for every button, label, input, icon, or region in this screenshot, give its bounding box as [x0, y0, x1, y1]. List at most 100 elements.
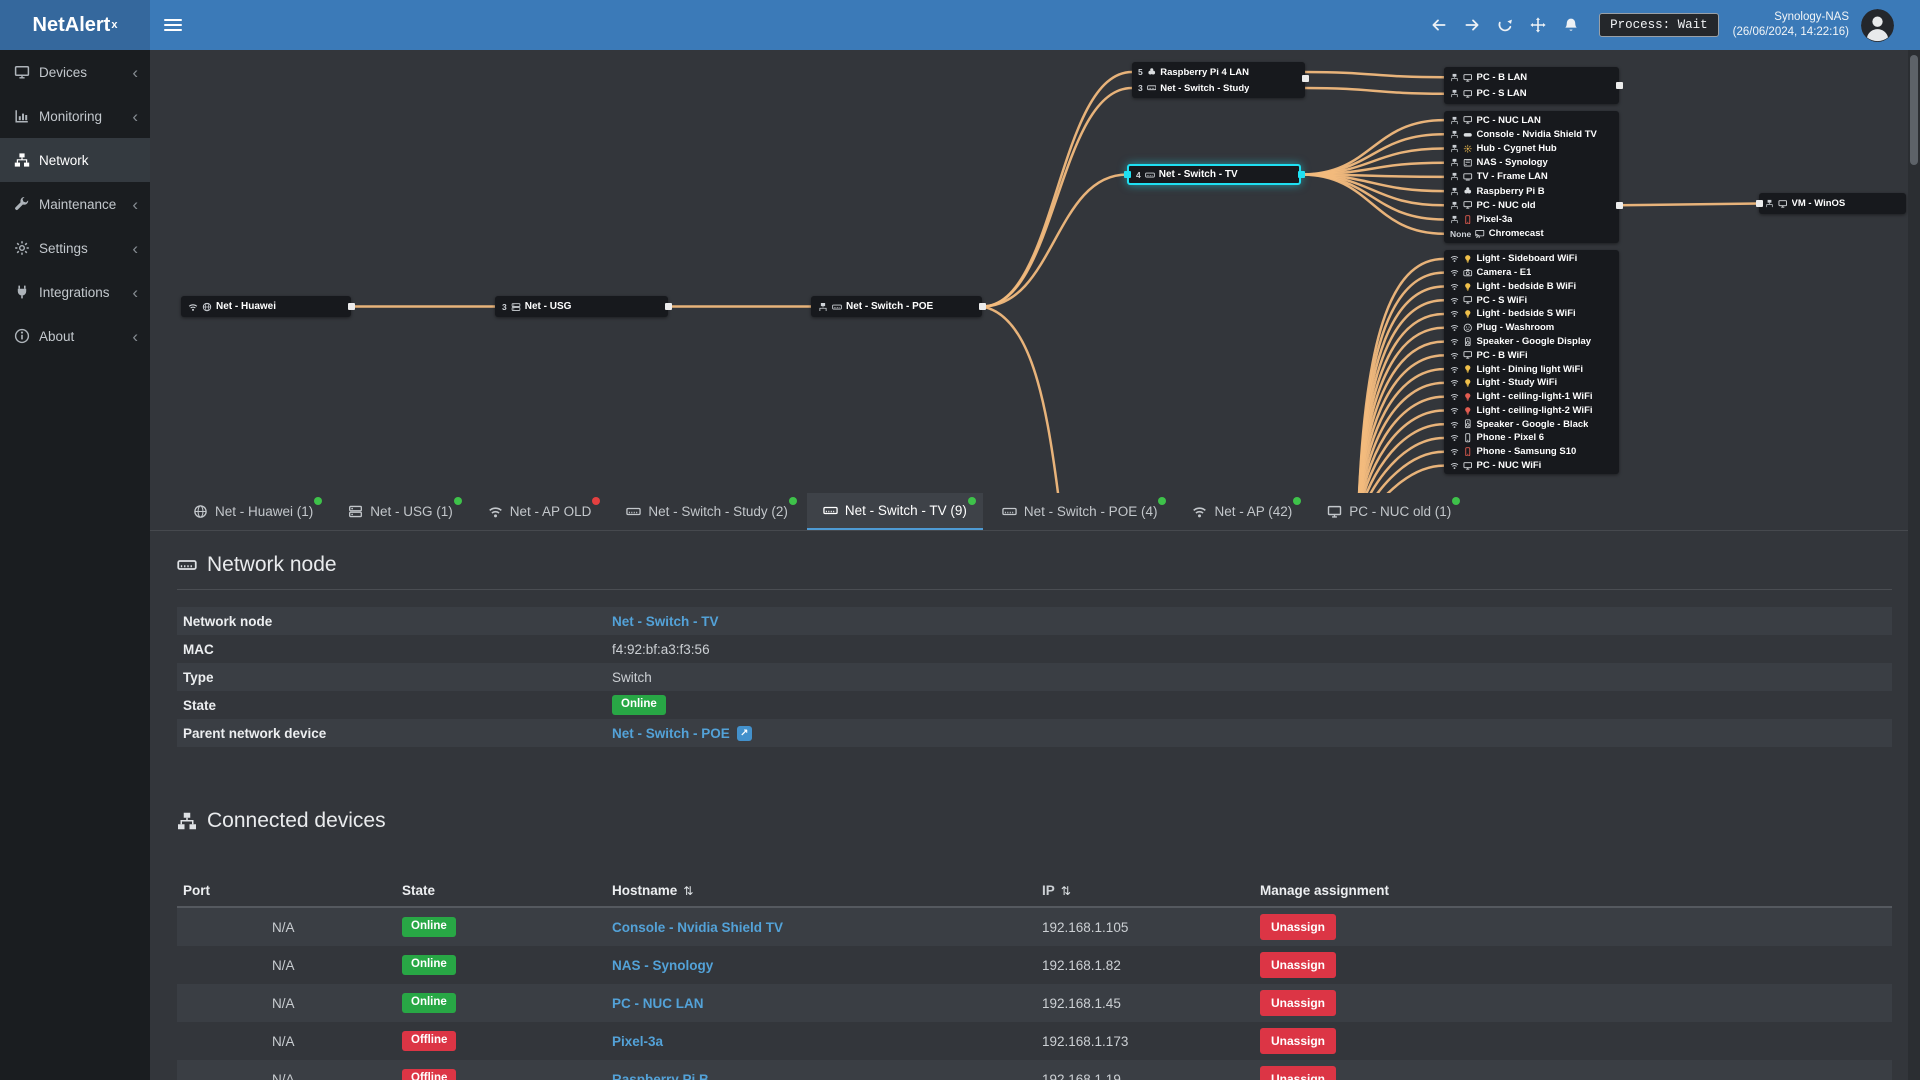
device-node-raspberry-pi-b[interactable]: Raspberry Pi B: [1444, 184, 1619, 198]
sidebar-item-label: Maintenance: [39, 196, 117, 212]
device-node-plug-washroom[interactable]: Plug - Washroom: [1444, 321, 1619, 335]
device-node-pc-s-wifi[interactable]: PC - S WiFi: [1444, 293, 1619, 307]
section-title-text: Network node: [207, 553, 337, 576]
device-node-phone-pixel-6[interactable]: Phone - Pixel 6: [1444, 431, 1619, 445]
device-node-pc-b-lan[interactable]: PC - B LAN: [1444, 69, 1619, 86]
user-avatar[interactable]: [1861, 8, 1894, 42]
device-node-hub-cygnet-hub[interactable]: Hub - Cygnet Hub: [1444, 141, 1619, 155]
device-node-light-sideboard-wifi[interactable]: Light - Sideboard WiFi: [1444, 252, 1619, 266]
device-node-light-ceiling-light-1-wifi[interactable]: Light - ceiling-light-1 WiFi: [1444, 390, 1619, 404]
device-node-phone-samsung-s10[interactable]: Phone - Samsung S10: [1444, 445, 1619, 459]
tab-net-usg-1[interactable]: Net - USG (1): [332, 493, 469, 530]
node-label: Light - ceiling-light-2 WiFi: [1476, 404, 1593, 416]
unassign-button[interactable]: Unassign: [1260, 952, 1337, 978]
device-node-net-switch-study[interactable]: 3 Net - Switch - Study: [1132, 80, 1305, 96]
info-row-state: State Online: [177, 691, 1892, 719]
sidebar-item-integrations[interactable]: Integrations ‹: [0, 270, 150, 314]
sidebar-item-monitoring[interactable]: Monitoring ‹: [0, 94, 150, 138]
unassign-button[interactable]: Unassign: [1260, 1028, 1337, 1054]
net-node-net-switch-tv[interactable]: 4 Net - Switch - TV: [1127, 164, 1301, 185]
tab-label: Net - Switch - POE (4): [1023, 504, 1158, 519]
device-node-nas-synology[interactable]: NAS - Synology: [1444, 156, 1619, 170]
pc-icon: [1463, 73, 1473, 83]
notifications-bell-button[interactable]: [1554, 0, 1587, 50]
device-node-chromecast[interactable]: None Chromecast: [1444, 227, 1619, 241]
sidebar-item-settings[interactable]: Settings ‹: [0, 226, 150, 270]
node-label: Light - Study WiFi: [1476, 377, 1558, 389]
sidebar-item-devices[interactable]: Devices ‹: [0, 50, 150, 94]
net-node-net-switch-poe[interactable]: Net - Switch - POE: [811, 296, 982, 317]
device-node-light-bedside-s-wifi[interactable]: Light - bedside S WiFi: [1444, 307, 1619, 321]
nav-back-button[interactable]: [1422, 0, 1455, 50]
device-node-pixel-3a[interactable]: Pixel-3a: [1444, 212, 1619, 226]
menu-toggle-button[interactable]: [150, 0, 196, 50]
hostname-link[interactable]: Raspberry Pi B: [612, 1072, 709, 1080]
tab-net-switch-poe-4[interactable]: Net - Switch - POE (4): [986, 493, 1174, 530]
device-node-light-bedside-b-wifi[interactable]: Light - bedside B WiFi: [1444, 280, 1619, 294]
phone-icon: [1463, 214, 1473, 225]
tab-net-switch-study-2[interactable]: Net - Switch - Study (2): [610, 493, 804, 530]
unassign-button[interactable]: Unassign: [1260, 914, 1337, 940]
device-node-console-nvidia-shield-tv[interactable]: Console - Nvidia Shield TV: [1444, 127, 1619, 141]
network-node-link[interactable]: Net - Switch - TV: [612, 614, 719, 629]
device-node-pc-nuc-old[interactable]: PC - NUC old: [1444, 198, 1619, 212]
nav-forward-button[interactable]: [1455, 0, 1488, 50]
unassign-button[interactable]: Unassign: [1260, 990, 1337, 1016]
sidebar-item-network[interactable]: Network: [0, 138, 150, 182]
app-logo[interactable]: NetAlert x: [0, 0, 150, 50]
plugdev-icon: [1463, 323, 1473, 333]
sort-icon[interactable]: ⇅: [1061, 884, 1071, 898]
net-node-net-usg[interactable]: 3 Net - USG: [495, 296, 668, 317]
sort-icon[interactable]: ⇅: [683, 884, 693, 898]
refresh-button[interactable]: [1488, 0, 1521, 50]
column-header-ip[interactable]: IP ⇅: [1042, 883, 1260, 898]
tab-label: Net - USG (1): [370, 504, 453, 519]
scrollbar-thumb[interactable]: [1910, 55, 1918, 165]
tab-net-switch-tv-9[interactable]: Net - Switch - TV (9): [806, 493, 983, 530]
node-label: Light - bedside B WiFi: [1476, 280, 1577, 292]
external-link-icon[interactable]: ↗: [736, 725, 752, 741]
device-node-light-study-wifi[interactable]: Light - Study WiFi: [1444, 376, 1619, 390]
status-dot-red: [592, 497, 601, 505]
net-node-net-huawei[interactable]: Net - Huawei: [181, 296, 351, 317]
move-layout-button[interactable]: [1521, 0, 1554, 50]
bulb-icon: [1463, 254, 1473, 264]
info-value-text: Switch: [612, 669, 652, 685]
wifi-icon: [1450, 365, 1459, 374]
column-header-hostname[interactable]: Hostname ⇅: [612, 883, 1042, 898]
hostname-link[interactable]: Pixel-3a: [612, 1034, 663, 1049]
console-icon: [1463, 130, 1473, 140]
tab-net-ap-old[interactable]: Net - AP OLD: [472, 493, 608, 530]
switch-icon: [177, 555, 197, 575]
page-scrollbar[interactable]: [1908, 50, 1920, 1080]
device-node-speaker-google-display[interactable]: Speaker - Google Display: [1444, 335, 1619, 349]
device-row-nas-synology: N/A Online NAS - Synology 192.168.1.82 Unass…: [177, 946, 1892, 984]
device-node-speaker-google-black[interactable]: Speaker - Google - Black: [1444, 417, 1619, 431]
node-label: Light - ceiling-light-1 WiFi: [1476, 391, 1593, 403]
tab-pc-nuc-old-1[interactable]: PC - NUC old (1): [1311, 493, 1467, 530]
device-node-light-ceiling-light-2-wifi[interactable]: Light - ceiling-light-2 WiFi: [1444, 403, 1619, 417]
hostname-link[interactable]: NAS - Synology: [612, 958, 713, 973]
device-node-pc-nuc-wifi[interactable]: PC - NUC WiFi: [1444, 458, 1619, 472]
device-node-raspberry-pi-4-lan[interactable]: 5 Raspberry Pi 4 LAN: [1132, 64, 1305, 80]
parent-node-link[interactable]: Net - Switch - POE: [612, 726, 730, 741]
unassign-button[interactable]: Unassign: [1260, 1066, 1337, 1080]
chevron-left-icon: ‹: [132, 62, 138, 82]
sidebar-item-maintenance[interactable]: Maintenance ‹: [0, 182, 150, 226]
hostname-link[interactable]: PC - NUC LAN: [612, 996, 704, 1011]
sidebar-item-about[interactable]: About ‹: [0, 314, 150, 358]
device-node-camera-e1[interactable]: Camera - E1: [1444, 266, 1619, 280]
sidebar-item-label: Devices: [39, 64, 88, 80]
device-node-tv-frame-lan[interactable]: TV - Frame LAN: [1444, 170, 1619, 184]
raspberry-icon: [1147, 67, 1157, 77]
device-node-pc-s-lan[interactable]: PC - S LAN: [1444, 86, 1619, 103]
device-node-pc-nuc-lan[interactable]: PC - NUC LAN: [1444, 113, 1619, 127]
connection-none-label: None: [1450, 228, 1472, 239]
port-cell: N/A: [272, 957, 295, 973]
tab-net-ap-42[interactable]: Net - AP (42): [1176, 493, 1308, 530]
hostname-link[interactable]: Console - Nvidia Shield TV: [612, 920, 783, 935]
device-node-pc-b-wifi[interactable]: PC - B WiFi: [1444, 348, 1619, 362]
tab-net-huawei-1[interactable]: Net - Huawei (1): [177, 493, 329, 530]
device-node-light-dining-light-wifi[interactable]: Light - Dining light WiFi: [1444, 362, 1619, 376]
device-node-vm-winos[interactable]: VM - WinOS: [1759, 195, 1906, 212]
